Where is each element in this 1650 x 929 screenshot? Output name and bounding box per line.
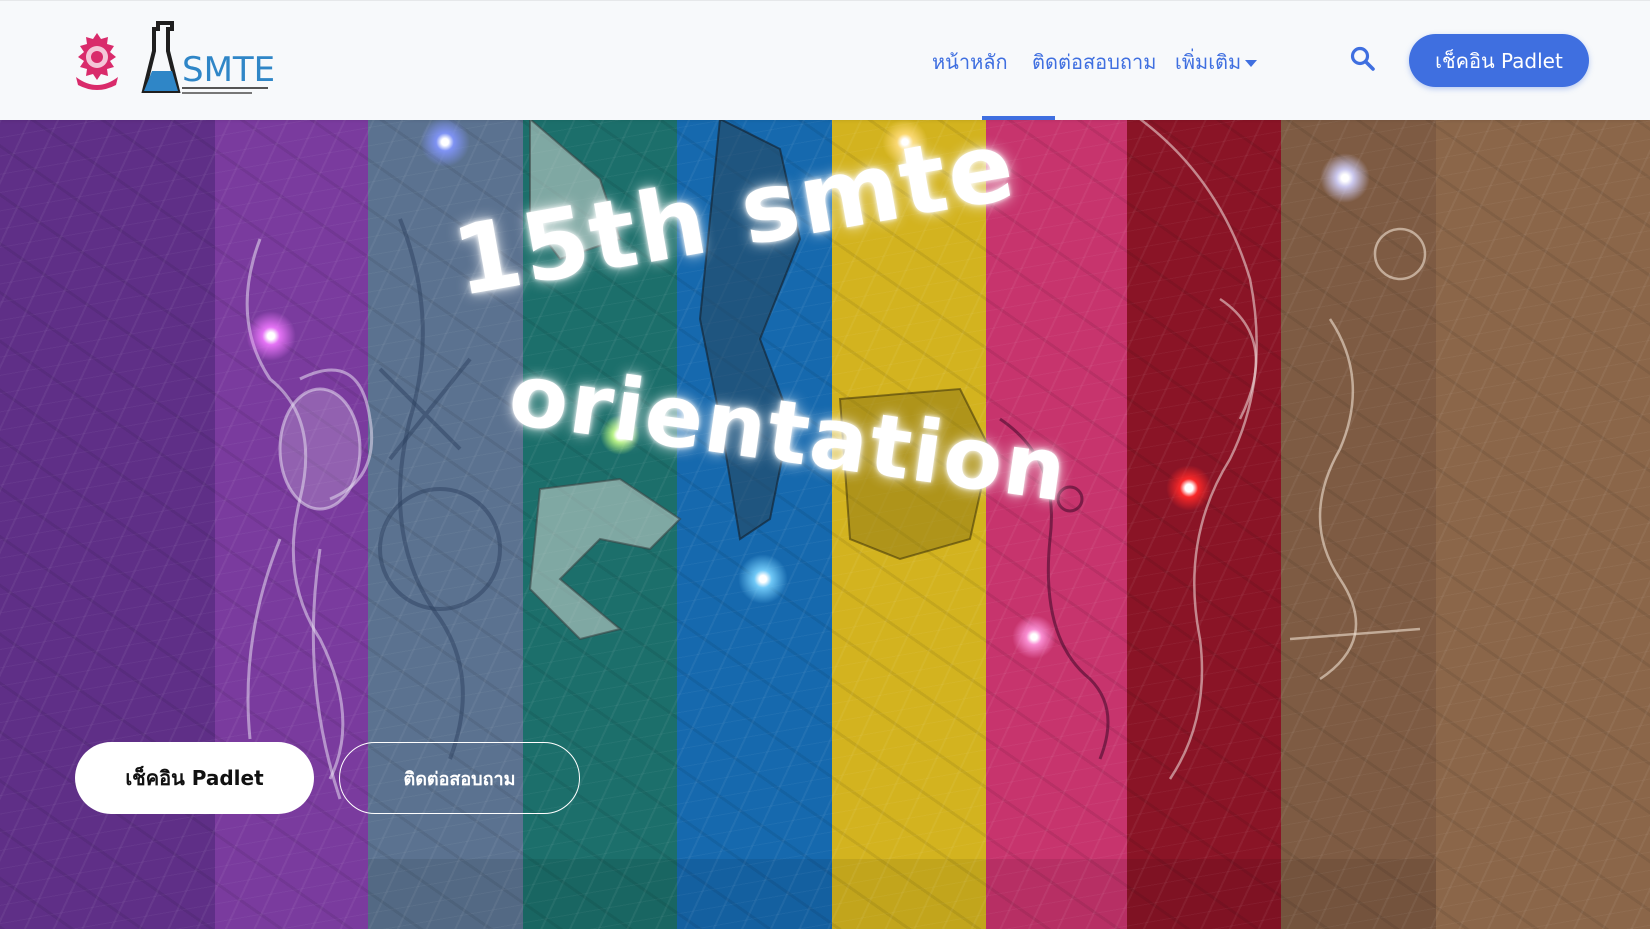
chevron-down-icon [1245, 60, 1258, 67]
nav-dropdown-more[interactable]: เพิ่มเติม [1175, 46, 1258, 78]
nav-link-contact[interactable]: ติดต่อสอบถาม [1032, 46, 1156, 78]
hero-stripe [1436, 119, 1650, 929]
hero-stripe [1127, 119, 1281, 929]
hero-contact-button[interactable]: ติดต่อสอบถาม [339, 742, 580, 814]
smte-flask-logo: SMTE [141, 21, 275, 94]
university-seal-icon [76, 33, 118, 90]
hero-checkin-padlet-button[interactable]: เช็คอิน Padlet [75, 742, 314, 814]
nav-active-indicator [982, 116, 1055, 120]
search-icon[interactable] [1350, 46, 1376, 72]
hero-banner: 15th smte orientation เช็คอิน Padlet ติด… [0, 119, 1650, 929]
hero-stripe [1281, 119, 1436, 929]
hero-bottom-band [368, 859, 1436, 929]
logo-text: SMTE [182, 50, 275, 90]
top-navbar: SMTE หน้าหลัก ติดต่อสอบถาม เพิ่มเติม เช็… [0, 0, 1650, 120]
checkin-padlet-button[interactable]: เช็คอิน Padlet [1409, 34, 1589, 87]
nav-link-home[interactable]: หน้าหลัก [932, 46, 1008, 78]
site-logo[interactable]: SMTE [70, 21, 278, 101]
nav-dropdown-more-label: เพิ่มเติม [1175, 50, 1242, 74]
hero-stripe [986, 119, 1127, 929]
